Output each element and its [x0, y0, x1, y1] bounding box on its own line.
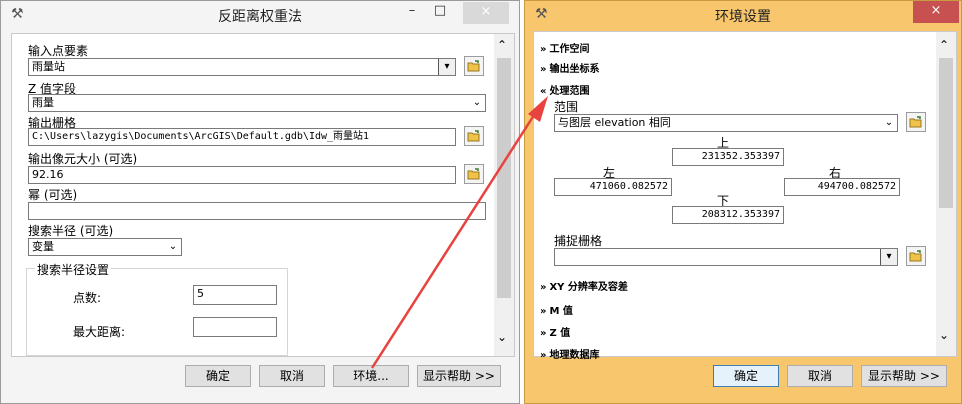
arrow-line — [370, 111, 538, 369]
annotation-arrow — [370, 96, 548, 369]
